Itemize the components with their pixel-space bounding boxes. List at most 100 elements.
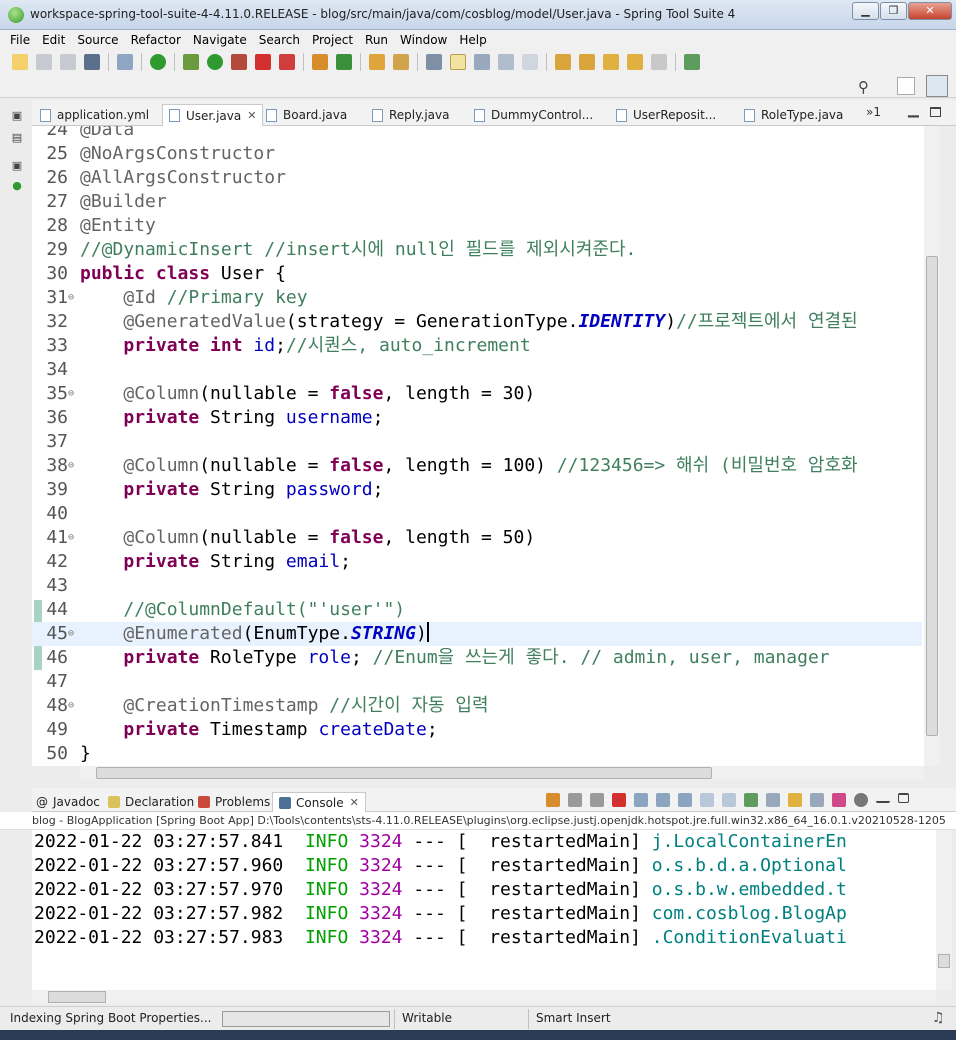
menu-file[interactable]: File: [10, 33, 30, 47]
restore-view-icon[interactable]: ▣: [11, 110, 23, 122]
toggle-block-selection-icon[interactable]: [450, 54, 466, 70]
scroll-thumb[interactable]: [938, 954, 950, 968]
new-spring-project-icon[interactable]: [312, 54, 328, 70]
code-line[interactable]: 40: [32, 502, 922, 526]
menu-search[interactable]: Search: [259, 33, 300, 47]
fold-toggle-icon[interactable]: ⊖: [68, 454, 80, 478]
maximize-editor-icon[interactable]: [930, 107, 941, 117]
close-button[interactable]: ✕: [908, 2, 952, 20]
maximize-panel-icon[interactable]: [898, 793, 909, 803]
notification-icon[interactable]: ♫: [932, 1010, 945, 1026]
fold-toggle-icon[interactable]: ⊖: [68, 622, 80, 646]
code-line[interactable]: 33 private int id;//시퀀스, auto_increment: [32, 334, 922, 358]
fold-toggle-icon[interactable]: ⊖: [68, 382, 80, 406]
copy-icon[interactable]: [810, 793, 824, 807]
run-icon[interactable]: [207, 54, 223, 70]
code-line[interactable]: 27 @Builder: [32, 190, 922, 214]
relaunch-icon[interactable]: [546, 793, 560, 807]
remove-launch-icon[interactable]: [568, 793, 582, 807]
menu-help[interactable]: Help: [459, 33, 486, 47]
terminate-icon[interactable]: [612, 793, 626, 807]
word-wrap-icon[interactable]: [474, 54, 490, 70]
code-line[interactable]: 42 private String email;: [32, 550, 922, 574]
tab-overflow-button[interactable]: »1: [866, 105, 881, 119]
code-line[interactable]: 35 ⊖ @Column(nullable = false, length = 3…: [32, 382, 922, 406]
code-line[interactable]: 49 private Timestamp createDate;: [32, 718, 922, 742]
fold-toggle-icon[interactable]: ⊖: [68, 286, 80, 310]
back-icon[interactable]: [627, 54, 643, 70]
tab-javadoc[interactable]: @ Javadoc: [36, 792, 100, 812]
code-line[interactable]: 37: [32, 430, 922, 454]
tab-reply-java[interactable]: Reply.java: [372, 104, 449, 126]
title-bar[interactable]: workspace-spring-tool-suite-4-4.11.0.REL…: [0, 0, 956, 30]
restore-button[interactable]: ❐: [880, 2, 907, 20]
run-config-icon[interactable]: [231, 54, 247, 70]
minimize-button[interactable]: ▁: [852, 2, 879, 20]
menu-source[interactable]: Source: [77, 33, 118, 47]
tab-application-yml[interactable]: application.yml: [40, 104, 149, 126]
code-line[interactable]: 46 private RoleType role; //Enum을 쓰는게 좋다…: [32, 646, 922, 670]
console-vertical-scrollbar[interactable]: [936, 830, 952, 990]
menu-project[interactable]: Project: [312, 33, 353, 47]
code-line[interactable]: 36 private String username;: [32, 406, 922, 430]
progress-bar[interactable]: [222, 1011, 390, 1027]
stop-icon[interactable]: [255, 54, 271, 70]
search-icon[interactable]: ⚲: [858, 78, 874, 96]
debug-icon[interactable]: [183, 54, 199, 70]
menu-window[interactable]: Window: [400, 33, 447, 47]
code-line[interactable]: 39 private String password;: [32, 478, 922, 502]
boot-dashboard-icon[interactable]: [150, 54, 166, 70]
editor-horizontal-scrollbar[interactable]: [80, 766, 924, 780]
remove-all-icon[interactable]: [590, 793, 604, 807]
code-editor[interactable]: 24 @Data 25 @NoArgsConstructor 26 @AllArgsCon…: [32, 126, 940, 766]
terminal-icon[interactable]: [84, 54, 100, 70]
console-output[interactable]: 2022-01-22 03:27:57.841 INFO 3324 --- [ …: [32, 830, 936, 990]
code-line[interactable]: 50}: [32, 742, 922, 766]
ansi-icon[interactable]: [832, 793, 846, 807]
display-console-icon[interactable]: [766, 793, 780, 807]
scroll-thumb[interactable]: [48, 991, 106, 1003]
relaunch-icon[interactable]: [279, 54, 295, 70]
minimize-editor-icon[interactable]: ▁: [908, 102, 919, 118]
code-line[interactable]: 45 ⊖ @Enumerated(EnumType.STRING): [32, 622, 922, 646]
menu-refactor[interactable]: Refactor: [131, 33, 181, 47]
scroll-thumb[interactable]: [96, 767, 712, 779]
tab-declaration[interactable]: Declaration: [108, 792, 194, 812]
next-annotation-icon[interactable]: [555, 54, 571, 70]
code-line[interactable]: 24 @Data: [32, 126, 922, 142]
fold-toggle-icon[interactable]: ⊖: [68, 526, 80, 550]
editor-vertical-scrollbar[interactable]: [924, 126, 940, 766]
tab-roletype-java[interactable]: RoleType.java: [744, 104, 843, 126]
tab-problems[interactable]: Problems: [198, 792, 270, 812]
show-on-output-icon[interactable]: [700, 793, 714, 807]
code-line[interactable]: 32 @GeneratedValue(strategy = Generation…: [32, 310, 922, 334]
open-perspective-icon[interactable]: [897, 77, 915, 95]
tab-console[interactable]: Console ✕: [272, 792, 366, 812]
scroll-lock-icon[interactable]: [656, 793, 670, 807]
code-line[interactable]: 26 @AllArgsConstructor: [32, 166, 922, 190]
close-tab-icon[interactable]: ✕: [247, 109, 256, 122]
tab-board-java[interactable]: Board.java: [266, 104, 347, 126]
clear-console-icon[interactable]: [634, 793, 648, 807]
search-tool-icon[interactable]: [393, 54, 409, 70]
open-console-icon[interactable]: [788, 793, 802, 807]
console-horizontal-scrollbar[interactable]: [32, 990, 936, 1004]
pin-editor-icon[interactable]: [684, 54, 700, 70]
gear-icon[interactable]: [854, 793, 868, 807]
code-line[interactable]: 31 ⊖ @Id //Primary key: [32, 286, 922, 310]
pin-console-icon[interactable]: [744, 793, 758, 807]
boot-dashboard-icon[interactable]: ●: [11, 180, 23, 192]
tab-userrepository[interactable]: UserReposit...: [616, 104, 716, 126]
restore-view-icon[interactable]: ▣: [11, 160, 23, 172]
code-line[interactable]: 30 public class User {: [32, 262, 922, 286]
code-line[interactable]: 47: [32, 670, 922, 694]
open-type-icon[interactable]: [369, 54, 385, 70]
insert-mode-status[interactable]: Smart Insert: [536, 1011, 611, 1025]
code-line[interactable]: 29 //@DynamicInsert //insert시에 null인 필드를 …: [32, 238, 922, 262]
menu-run[interactable]: Run: [365, 33, 388, 47]
skip-breakpoints-icon[interactable]: [117, 54, 133, 70]
tab-dummycontroller[interactable]: DummyControl...: [474, 104, 593, 126]
minimize-panel-icon[interactable]: [876, 793, 890, 803]
code-line[interactable]: 38 ⊖ @Column(nullable = false, length = 1…: [32, 454, 922, 478]
new-icon[interactable]: [12, 54, 28, 70]
